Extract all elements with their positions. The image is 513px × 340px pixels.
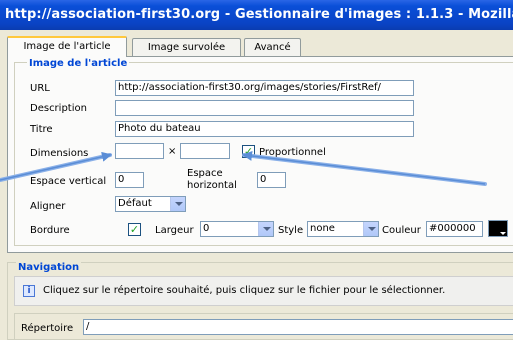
description-field[interactable]	[115, 100, 414, 116]
title-label: Titre	[30, 124, 53, 135]
directory-field[interactable]: /	[83, 319, 513, 335]
border-style-value: none	[310, 223, 335, 234]
times-symbol: ×	[168, 146, 177, 157]
border-checkbox[interactable]: ✓	[128, 223, 141, 236]
align-select[interactable]: Défaut	[115, 196, 186, 212]
info-text: Cliquez sur le répertoire souhaité, puis…	[43, 285, 446, 296]
height-field[interactable]	[180, 143, 230, 159]
color-field[interactable]: #000000	[426, 221, 483, 237]
chevron-down-icon[interactable]	[170, 197, 185, 211]
proportional-checkbox[interactable]: ✓	[242, 145, 255, 158]
hspace-label-line1: Espace	[187, 168, 223, 179]
align-select-value: Défaut	[118, 198, 152, 209]
tab-advanced[interactable]: Avancé	[244, 38, 301, 57]
width-field[interactable]	[115, 143, 164, 159]
chevron-down-icon[interactable]	[258, 222, 273, 236]
tab-image-article[interactable]: Image de l'article	[7, 36, 127, 57]
color-picker-swatch[interactable]	[488, 220, 508, 237]
navigation-legend: Navigation	[16, 262, 82, 273]
info-box: i Cliquez sur le répertoire souhaité, pu…	[14, 276, 513, 306]
directory-label: Répertoire	[21, 323, 74, 334]
vspace-label: Espace vertical	[30, 176, 107, 187]
title-field[interactable]: Photo du bateau	[115, 121, 414, 137]
window-title: http://association-first30.org - Gestion…	[0, 0, 513, 30]
border-width-label: Largeur	[155, 225, 194, 236]
hspace-label-line2: horizontal	[187, 180, 237, 191]
hspace-field[interactable]: 0	[257, 172, 286, 188]
border-width-select[interactable]: 0	[200, 221, 274, 237]
border-style-select[interactable]: none	[307, 221, 379, 237]
description-label: Description	[30, 103, 87, 114]
vspace-field[interactable]: 0	[115, 172, 144, 188]
url-field[interactable]: http://association-first30.org/images/st…	[115, 80, 414, 96]
dimensions-label: Dimensions	[30, 148, 89, 159]
border-label: Bordure	[30, 225, 70, 236]
info-icon: i	[23, 285, 35, 297]
color-label: Couleur	[382, 225, 421, 236]
directory-row: Répertoire /	[14, 313, 513, 340]
chevron-down-icon[interactable]	[363, 222, 378, 236]
proportional-label: Proportionnel	[259, 147, 326, 158]
url-label: URL	[30, 83, 50, 94]
tab-image-hover[interactable]: Image survolée	[132, 38, 241, 57]
border-width-value: 0	[203, 223, 210, 234]
article-legend: Image de l'article	[27, 58, 130, 69]
align-label: Aligner	[30, 201, 66, 212]
style-label: Style	[278, 225, 304, 236]
